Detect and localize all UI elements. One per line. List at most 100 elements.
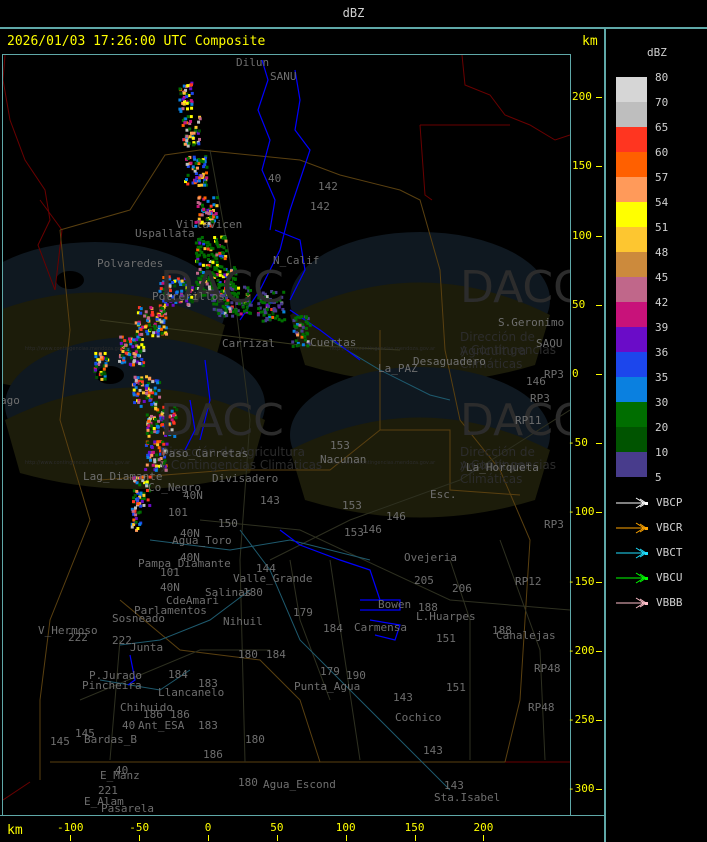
echo-pixel <box>197 237 201 241</box>
route-label: 206 <box>452 582 472 595</box>
place-label: Polvaredes <box>97 257 164 270</box>
radar-map[interactable]: DACCDACCDACCDACCDirección de Agricultura… <box>2 54 571 816</box>
color-swatch <box>616 377 647 402</box>
color-swatch <box>616 402 647 427</box>
color-swatch <box>616 252 647 277</box>
route-label: 150 <box>218 517 238 530</box>
color-swatch <box>616 102 647 127</box>
echo-pixel <box>205 211 209 215</box>
y-tick-mark <box>596 443 602 445</box>
place-label: Paso_Carretas <box>162 447 249 460</box>
echo-pixel <box>150 453 154 457</box>
echo-pixel <box>145 413 149 417</box>
echo-pixel <box>147 424 151 428</box>
echo-pixel <box>140 343 144 347</box>
place-label: L.Huarpes <box>416 610 476 623</box>
arrow-icon <box>616 547 648 559</box>
x-tick-label: 50 <box>270 821 284 834</box>
echo-pixel <box>145 375 149 379</box>
level-label: 42 <box>655 296 669 309</box>
echo-pixel <box>186 144 190 148</box>
echo-pixel <box>197 196 201 200</box>
echo-pixel <box>198 158 202 162</box>
color-swatch <box>616 327 647 352</box>
route-label: 184 <box>266 648 286 661</box>
echo-pixel <box>150 310 154 314</box>
radar-legend-item: VBCT <box>606 545 706 561</box>
echo-pixel <box>148 376 152 380</box>
level-label: 65 <box>655 121 669 134</box>
y-tick-label: -300 <box>568 782 595 796</box>
echo-pixel <box>160 327 164 331</box>
top-bar: dBZ <box>0 0 707 29</box>
y-tick-mark <box>596 581 602 583</box>
route-label: 205 <box>414 574 434 587</box>
echo-pixel <box>100 372 104 376</box>
route-label: RP48 <box>534 662 561 675</box>
level-label: 10 <box>655 446 669 459</box>
echo-pixel <box>192 155 196 159</box>
route-label: 153 <box>344 526 364 539</box>
echo-pixel <box>231 314 235 318</box>
echo-pixel <box>280 319 284 323</box>
echo-pixel <box>104 364 108 368</box>
echo-pixel <box>94 355 98 359</box>
echo-pixel <box>133 355 137 359</box>
echo-pixel <box>202 253 206 257</box>
arrow-icon <box>616 522 648 534</box>
echo-pixel <box>146 455 150 459</box>
place-label: Agua_Toro <box>172 534 232 547</box>
echo-pixel <box>194 125 198 129</box>
y-tick-mark <box>596 789 602 791</box>
echo-pixel <box>136 376 140 380</box>
echo-pixel <box>160 320 164 324</box>
route-label: 101 <box>160 566 180 579</box>
watermark-logo: DACC <box>160 262 284 313</box>
echo-pixel <box>154 392 158 396</box>
route-label: RP3 <box>530 392 550 405</box>
echo-pixel <box>185 139 189 143</box>
watermark-url: http://www.contingencias.mendoza.gov.ar <box>25 460 131 466</box>
place-label: Ovejeria <box>404 551 457 564</box>
route-label: 151 <box>436 632 456 645</box>
echo-pixel <box>203 196 207 200</box>
echo-pixel <box>261 319 265 323</box>
echo-pixel <box>186 107 190 111</box>
country-border <box>3 781 31 801</box>
echo-pixel <box>99 355 103 359</box>
echo-pixel <box>183 142 187 146</box>
echo-pixel <box>155 424 159 428</box>
route-label: 186 <box>203 748 223 761</box>
route-label: 40N <box>180 551 200 564</box>
echo-pixel <box>207 253 211 257</box>
echo-pixel <box>198 202 202 206</box>
echo-pixel <box>145 432 149 436</box>
echo-pixel <box>144 310 148 314</box>
echo-pixel <box>308 323 312 327</box>
echo-pixel <box>194 241 198 245</box>
echo-pixel <box>155 317 159 321</box>
echo-pixel <box>224 239 228 243</box>
echo-pixel <box>224 249 228 253</box>
echo-pixel <box>124 351 128 355</box>
place-label: Ant_ESA <box>138 719 185 732</box>
route-label: RP11 <box>515 414 542 427</box>
color-swatch <box>616 177 647 202</box>
echo-pixel <box>151 313 155 317</box>
echo-pixel <box>103 377 107 381</box>
echo-pixel <box>215 196 219 200</box>
route-label: 143 <box>423 744 443 757</box>
echo-pixel <box>142 493 146 497</box>
route-label: 40 <box>122 719 136 732</box>
echo-pixel <box>142 503 146 507</box>
level-label: 70 <box>655 96 669 109</box>
echo-pixel <box>157 313 161 317</box>
echo-pixel <box>181 123 185 127</box>
echo-pixel <box>190 106 194 110</box>
echo-pixel <box>185 162 189 166</box>
echo-pixel <box>165 332 169 336</box>
place-label: Cochico <box>395 711 442 724</box>
echo-pixel <box>196 245 200 249</box>
echo-pixel <box>215 204 219 208</box>
x-tick-mark <box>483 835 485 841</box>
